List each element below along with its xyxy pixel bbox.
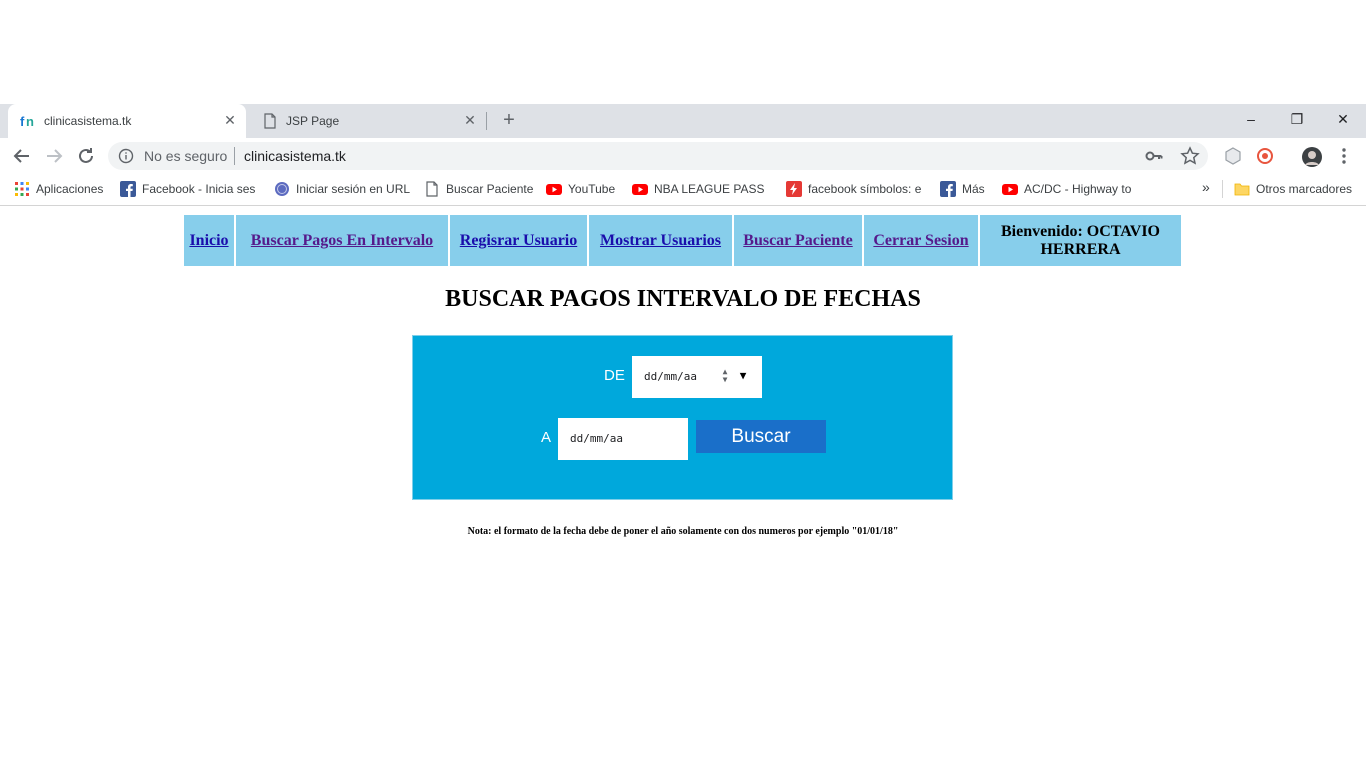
star-icon[interactable] [1180,146,1200,166]
to-date-label: A [541,429,552,446]
to-date-placeholder: dd/mm/aa [570,432,623,445]
bookmark-label: Iniciar sesión en URL [296,182,411,196]
svg-text:n: n [26,114,34,129]
tab-clinicasistema[interactable]: fn clinicasistema.tk ✕ [8,104,246,138]
info-icon[interactable] [118,148,134,164]
avatar[interactable] [1301,146,1322,167]
nav-link-buscar-pagos[interactable]: Buscar Pagos En Intervalo [251,232,433,250]
address-bar[interactable]: No es seguro clinicasistema.tk [108,142,1208,170]
key-icon[interactable] [1144,146,1164,166]
apps-grid-icon [14,181,30,197]
calendar-dropdown-icon[interactable]: ▼ [736,367,750,385]
date-format-note: Nota: el formato de la fecha debe de pon… [467,526,899,537]
youtube-icon [546,181,562,197]
reload-icon[interactable] [74,144,98,168]
tab-title: JSP Page [286,114,340,128]
extension-target-icon[interactable] [1255,146,1275,166]
bookmark-other[interactable]: Otros marcadores [1234,181,1358,197]
tab-close-icon[interactable]: ✕ [222,112,238,128]
bookmark-label: Aplicaciones [36,182,104,196]
nav-link-buscar-paciente[interactable]: Buscar Paciente [743,232,852,250]
tab-close-icon[interactable]: ✕ [462,112,478,128]
from-date-placeholder: dd/mm/aa [644,370,697,383]
nav-cell-registrar-usuario: Regisrar Usuario [448,215,587,266]
site-favicon-icon: fn [20,113,36,129]
bookmark-label: Más [962,182,985,196]
seal-icon [274,181,290,197]
folder-icon [1234,181,1250,197]
from-date-input[interactable]: dd/mm/aa ▲ ▼ ▼ [632,356,762,398]
bookmark-label: facebook símbolos: e [808,182,922,196]
bookmark-apps[interactable]: Aplicaciones [14,181,114,197]
bookmark-buscar-paciente[interactable]: Buscar Paciente [424,181,536,197]
bookmark-label: NBA LEAGUE PASS H [654,182,768,196]
page-icon [262,113,278,129]
tab-title: clinicasistema.tk [44,114,132,128]
date-search-form: DE dd/mm/aa ▲ ▼ ▼ A dd/mm/aa Buscar [412,335,953,500]
nav-cell-cerrar-sesion: Cerrar Sesion [862,215,978,266]
buscar-button[interactable]: Buscar [696,420,826,453]
youtube-icon [1002,181,1018,197]
nav-link-inicio[interactable]: Inicio [189,232,228,250]
restore-icon[interactable]: ❐ [1274,104,1320,134]
url-text[interactable]: clinicasistema.tk [244,148,346,164]
page-icon [424,181,440,197]
from-date-label: DE [604,367,625,384]
nav-cell-mostrar-usuarios: Mostrar Usuarios [587,215,732,266]
bookmark-facebook-simbolos[interactable]: facebook símbolos: e [786,181,922,197]
bookmarks-bar: Aplicaciones Facebook - Inicia sesi Inic… [0,174,1366,206]
back-arrow-icon[interactable] [10,144,34,168]
nav-cell-welcome: Bienvenido: OCTAVIO HERRERA [978,215,1181,266]
bookmark-mas[interactable]: Más [940,181,990,197]
bookmark-label: YouTube [568,182,616,196]
browser-toolbar: No es seguro clinicasistema.tk [0,138,1366,174]
nav-link-registrar-usuario[interactable]: Regisrar Usuario [460,232,577,250]
minimize-icon[interactable]: – [1228,104,1274,134]
nav-link-cerrar-sesion[interactable]: Cerrar Sesion [873,232,968,250]
youtube-icon [632,181,648,197]
site-nav: Inicio Buscar Pagos En Intervalo Regisra… [184,215,1181,266]
lightning-icon [786,181,802,197]
bookmark-nba[interactable]: NBA LEAGUE PASS H [632,181,768,197]
nav-cell-buscar-paciente: Buscar Paciente [732,215,862,266]
nav-link-mostrar-usuarios[interactable]: Mostrar Usuarios [600,232,721,250]
blank-area-top [0,0,1366,104]
to-date-input[interactable]: dd/mm/aa [558,418,688,460]
bookmark-label: Facebook - Inicia sesi [142,182,256,196]
nav-cell-buscar-pagos: Buscar Pagos En Intervalo [234,215,448,266]
welcome-text: Bienvenido: OCTAVIO HERRERA [1001,222,1160,258]
bookmarks-divider [1222,180,1223,198]
bookmark-label: AC/DC - Highway to [1024,182,1132,196]
address-separator [234,147,235,165]
window-close-icon[interactable]: ✕ [1320,104,1366,134]
security-label: No es seguro [144,148,228,164]
bookmark-youtube[interactable]: YouTube [546,181,622,197]
extension-icon[interactable] [1223,146,1243,166]
date-spinner-icon[interactable]: ▲ ▼ [718,368,732,386]
tab-strip: fn clinicasistema.tk ✕ JSP Page ✕ [0,104,1366,138]
bookmark-label: Buscar Paciente [446,182,534,196]
bookmarks-overflow-icon[interactable]: » [1202,179,1216,195]
tab-jsp-page[interactable]: JSP Page ✕ [250,104,486,138]
bookmark-iniciar-sesion[interactable]: Iniciar sesión en URL [274,181,414,197]
new-tab-icon[interactable]: + [499,110,519,130]
bookmark-label: Otros marcadores [1256,182,1353,196]
facebook-icon [120,181,136,197]
forward-arrow-icon[interactable] [42,144,66,168]
tab-separator [486,112,487,130]
facebook-icon [940,181,956,197]
page-title: BUSCAR PAGOS INTERVALO DE FECHAS [445,286,921,312]
bookmark-facebook[interactable]: Facebook - Inicia sesi [120,181,256,197]
nav-cell-inicio: Inicio [184,215,234,266]
svg-text:f: f [20,114,25,129]
bookmark-acdc[interactable]: AC/DC - Highway to [1002,181,1138,197]
menu-kebab-icon[interactable] [1334,146,1354,166]
